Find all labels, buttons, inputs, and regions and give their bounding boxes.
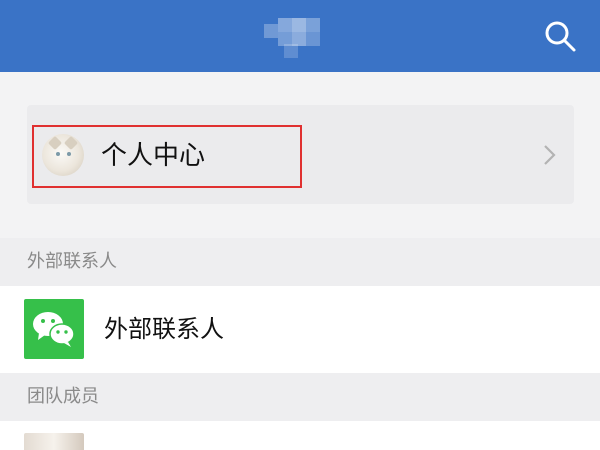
top-app-bar — [0, 0, 600, 72]
section-header-external: 外部联系人 — [0, 238, 600, 286]
search-icon — [545, 21, 576, 52]
wechat-icon — [24, 299, 84, 359]
search-button[interactable] — [536, 12, 584, 60]
profile-label: 个人中心 — [101, 141, 206, 171]
chevron-right-icon — [544, 145, 556, 165]
blurred-title — [264, 18, 322, 58]
member-avatar — [24, 433, 84, 450]
profile-avatar — [42, 134, 84, 176]
section-header-team: 团队成员 — [0, 373, 600, 421]
external-contacts-label: 外部联系人 — [104, 315, 224, 343]
list-item-external-contacts[interactable] — [0, 286, 600, 373]
list-item-team-member[interactable] — [0, 421, 600, 450]
